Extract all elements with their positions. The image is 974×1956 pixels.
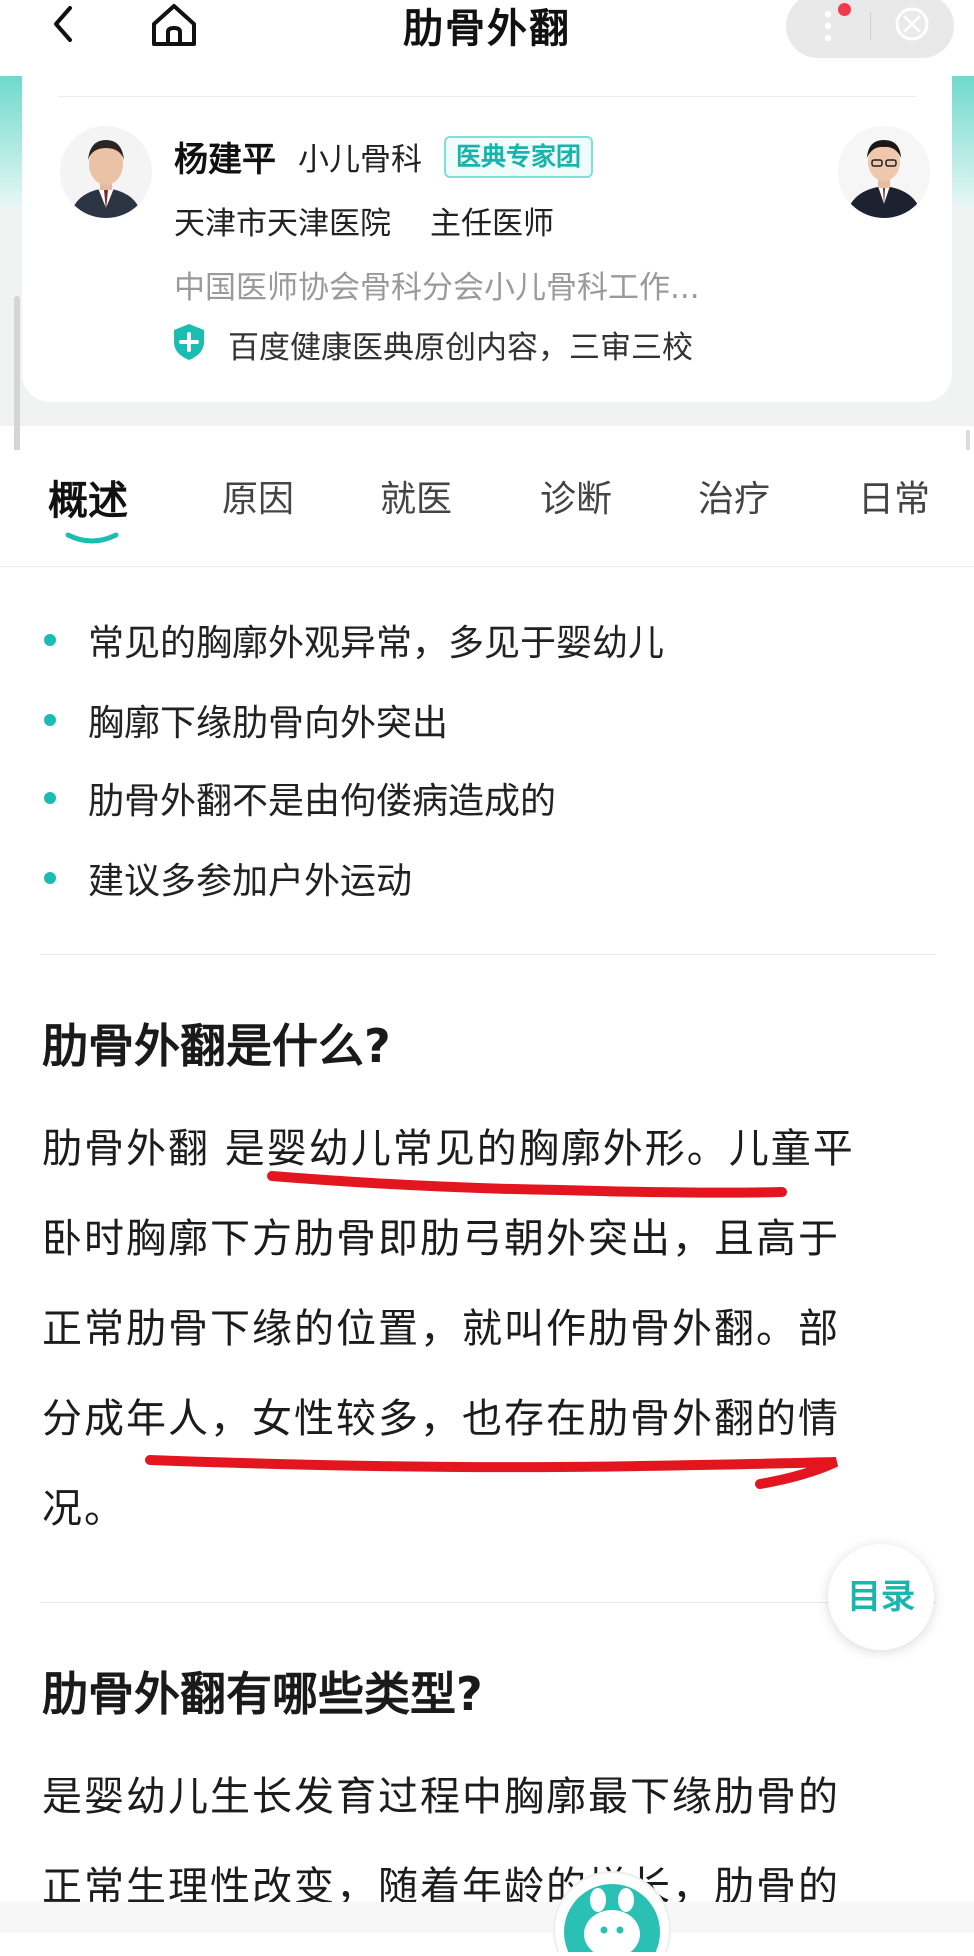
notification-dot [838,3,851,16]
card-accent-right [952,76,974,206]
tab-diagnosis[interactable]: 诊断 [540,470,612,522]
scrollbar-thumb[interactable] [14,296,20,456]
top-nav-bar: 肋骨外翻 [0,0,974,70]
active-tab-indicator [64,530,120,544]
bullet-dot [44,792,56,804]
section-heading-types: 肋骨外翻有哪些类型? [42,1667,483,1721]
doctor-department: 小儿骨科 [298,142,422,178]
section-heading-what: 肋骨外翻是什么? [42,1019,391,1073]
expert-team-badge: 医典专家团 [444,136,594,178]
bullet-dot [44,872,56,884]
section-divider [40,954,936,955]
paragraph-line: 分成年人，女性较多，也存在肋骨外翻的情 [42,1396,840,1442]
doctor-association: 中国医师协会骨科分会小儿骨科工作... [174,270,700,306]
paragraph-line: 正常肋骨下缘的位置，就叫作肋骨外翻。部 [42,1306,840,1352]
reviewer-avatar[interactable] [838,126,930,218]
doctor-name: 杨建平 [174,140,276,180]
tab-daily[interactable]: 日常 [858,470,930,522]
bullet-dot [44,634,56,646]
tab-causes[interactable]: 原因 [222,470,294,522]
capsule-divider [870,12,871,40]
tab-treatment[interactable]: 治疗 [698,470,770,522]
paragraph-line: 卧时胸廓下方肋骨即肋弓朝外突出，且高于 [42,1216,840,1262]
assistant-icon[interactable] [534,1852,690,1956]
paragraph-line: 况。 [42,1486,126,1532]
mini-program-capsule [786,0,954,58]
doctor-hospital: 天津市天津医院 [174,206,391,242]
doctor-avatar[interactable] [60,126,152,218]
tab-visit[interactable]: 就医 [380,470,452,522]
bullet-dot [44,714,56,726]
shield-plus-icon [172,322,206,362]
paragraph-line: 肋骨外翻 是婴幼儿常见的胸廓外形。儿童平 [42,1126,855,1172]
toc-button[interactable]: 目录 [828,1544,934,1650]
trust-statement: 百度健康医典原创内容，三审三校 [228,330,693,366]
doctor-title: 主任医师 [430,206,554,242]
bottom-bar [0,1902,974,1933]
tab-overview[interactable]: 概述 [48,468,128,526]
paragraph-line: 是婴幼儿生长发育过程中胸廓最下缘肋骨的 [42,1774,840,1820]
more-icon[interactable] [822,8,834,44]
card-divider [58,96,916,97]
close-circle-icon[interactable] [892,4,932,44]
section-tabs: 概述 原因 就医 诊断 治疗 日常 [0,450,974,567]
doctor-card[interactable]: 杨建平 小儿骨科 医典专家团 天津市天津医院 主任医师 中国医师协会骨科分会小儿… [22,76,952,402]
card-accent-left [0,76,22,206]
section-paragraph-what: 肋骨外翻 是婴幼儿常见的胸廓外形。儿童平 卧时胸廓下方肋骨即肋弓朝外突出，且高于… [42,1104,942,1554]
section-divider [40,1602,936,1603]
